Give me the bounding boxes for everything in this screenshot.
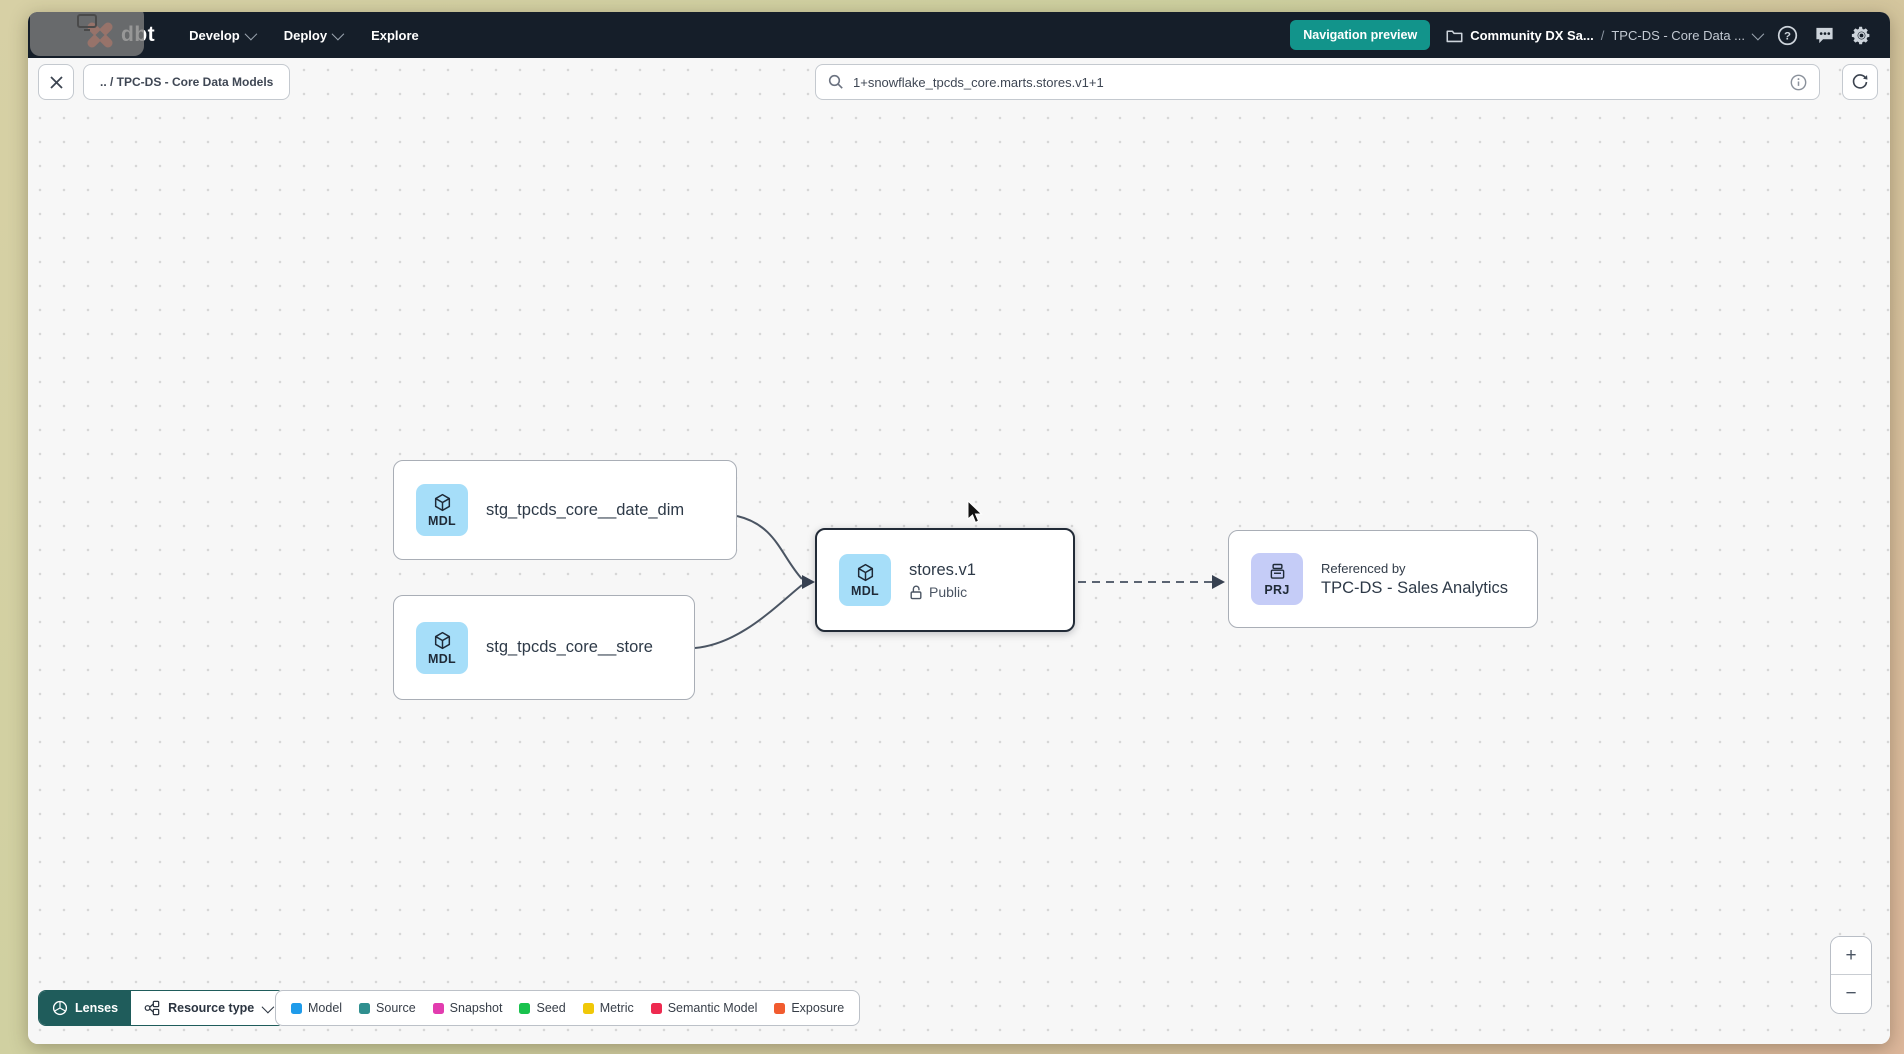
lineage-canvas[interactable]: .. / TPC-DS - Core Data Models (28, 58, 1890, 1044)
legend-label: Source (376, 1001, 416, 1015)
legend-item-model: Model (291, 1001, 342, 1015)
node-label: TPC-DS - Sales Analytics (1321, 579, 1508, 598)
legend-swatch (519, 1003, 530, 1014)
nav-item-deploy-label: Deploy (284, 28, 327, 43)
node-stg-tpcds-core-store[interactable]: MDL stg_tpcds_core__store (393, 595, 695, 700)
zoom-out-button[interactable]: − (1831, 975, 1871, 1013)
legend-item-semantic-model: Semantic Model (651, 1001, 758, 1015)
legend-item-metric: Metric (583, 1001, 634, 1015)
model-badge: MDL (839, 554, 891, 606)
node-text-block: stores.v1 Public (909, 561, 976, 600)
chevron-down-icon (1752, 27, 1765, 40)
nav-item-develop[interactable]: Develop (189, 28, 254, 43)
navigation-preview-badge[interactable]: Navigation preview (1290, 20, 1430, 50)
legend-swatch (583, 1003, 594, 1014)
model-badge: MDL (416, 484, 468, 536)
folder-icon (1446, 28, 1463, 43)
screen-capture-overlay-tab (30, 12, 144, 56)
legend-swatch (651, 1003, 662, 1014)
node-tpc-ds-sales-analytics[interactable]: PRJ Referenced by TPC-DS - Sales Analyti… (1228, 530, 1538, 628)
feedback-icon[interactable] (1814, 25, 1835, 45)
account-name: Community DX Sa... (1470, 28, 1594, 43)
nav-item-develop-label: Develop (189, 28, 240, 43)
close-icon (49, 75, 64, 90)
lenses-label: Lenses (75, 1001, 118, 1015)
chevron-down-icon (332, 27, 345, 40)
lock-open-icon (909, 584, 923, 600)
access-label: Public (929, 584, 967, 600)
nav-item-explore[interactable]: Explore (371, 28, 419, 43)
legend-label: Exposure (791, 1001, 844, 1015)
legend-swatch (359, 1003, 370, 1014)
legend-item-snapshot: Snapshot (433, 1001, 503, 1015)
badge-label: MDL (851, 584, 879, 598)
legend-item-source: Source (359, 1001, 416, 1015)
cube-icon (432, 630, 453, 651)
resource-graph-icon (144, 1000, 160, 1016)
info-icon[interactable] (1790, 74, 1807, 91)
node-stores-v1[interactable]: MDL stores.v1 Public (815, 528, 1075, 632)
breadcrumb[interactable]: .. / TPC-DS - Core Data Models (83, 64, 290, 100)
top-nav: dbt Develop Deploy Explore Navigation pr… (28, 12, 1890, 58)
lenses-button[interactable]: Lenses (39, 991, 131, 1025)
monitor-icon (72, 12, 102, 36)
badge-label: MDL (428, 514, 456, 528)
account-project-switcher[interactable]: Community DX Sa... / TPC-DS - Core Data … (1446, 28, 1761, 43)
chevron-down-icon (244, 27, 257, 40)
close-button[interactable] (38, 64, 74, 100)
legend-label: Model (308, 1001, 342, 1015)
node-label: stg_tpcds_core__date_dim (486, 501, 684, 520)
legend-label: Seed (536, 1001, 565, 1015)
search-icon (828, 74, 844, 90)
referenced-by-caption: Referenced by (1321, 561, 1508, 576)
view-controls: Lenses Resource type (38, 990, 285, 1026)
legend-label: Snapshot (450, 1001, 503, 1015)
project-stack-icon (1267, 561, 1288, 582)
lens-icon (52, 1000, 68, 1016)
account-separator: / (1601, 28, 1605, 43)
model-badge: MDL (416, 622, 468, 674)
nav-right-group: Navigation preview Community DX Sa... / … (1290, 20, 1872, 50)
app-window: dbt Develop Deploy Explore Navigation pr… (28, 12, 1890, 1044)
legend-swatch (291, 1003, 302, 1014)
resource-type-dropdown[interactable]: Resource type (131, 991, 284, 1025)
svg-text:?: ? (1784, 30, 1791, 42)
node-stg-tpcds-core-date-dim[interactable]: MDL stg_tpcds_core__date_dim (393, 460, 737, 560)
search-input[interactable] (853, 75, 1781, 90)
legend-swatch (433, 1003, 444, 1014)
node-label: stores.v1 (909, 561, 976, 580)
cube-icon (432, 492, 453, 513)
mouse-cursor (965, 500, 987, 526)
chevron-down-icon (262, 1000, 275, 1013)
breadcrumb-label: .. / TPC-DS - Core Data Models (100, 75, 273, 89)
legend-label: Semantic Model (668, 1001, 758, 1015)
refresh-button[interactable] (1842, 64, 1878, 100)
badge-label: PRJ (1264, 583, 1289, 597)
access-row: Public (909, 584, 976, 600)
settings-gear-icon[interactable] (1851, 25, 1872, 46)
legend-item-seed: Seed (519, 1001, 565, 1015)
zoom-controls: + − (1830, 936, 1872, 1014)
project-name: TPC-DS - Core Data ... (1611, 28, 1745, 43)
help-icon[interactable]: ? (1777, 25, 1798, 46)
resource-type-label: Resource type (168, 1001, 254, 1015)
zoom-in-button[interactable]: + (1831, 937, 1871, 975)
lineage-search (815, 64, 1820, 100)
resource-type-legend: Model Source Snapshot Seed Metric Semant… (275, 990, 860, 1026)
node-text-block: Referenced by TPC-DS - Sales Analytics (1321, 561, 1508, 598)
refresh-icon (1851, 73, 1869, 91)
project-badge: PRJ (1251, 553, 1303, 605)
badge-label: MDL (428, 652, 456, 666)
node-label: stg_tpcds_core__store (486, 638, 653, 657)
nav-item-deploy[interactable]: Deploy (284, 28, 341, 43)
legend-label: Metric (600, 1001, 634, 1015)
cube-icon (855, 562, 876, 583)
nav-item-explore-label: Explore (371, 28, 419, 43)
legend-item-exposure: Exposure (774, 1001, 844, 1015)
legend-swatch (774, 1003, 785, 1014)
